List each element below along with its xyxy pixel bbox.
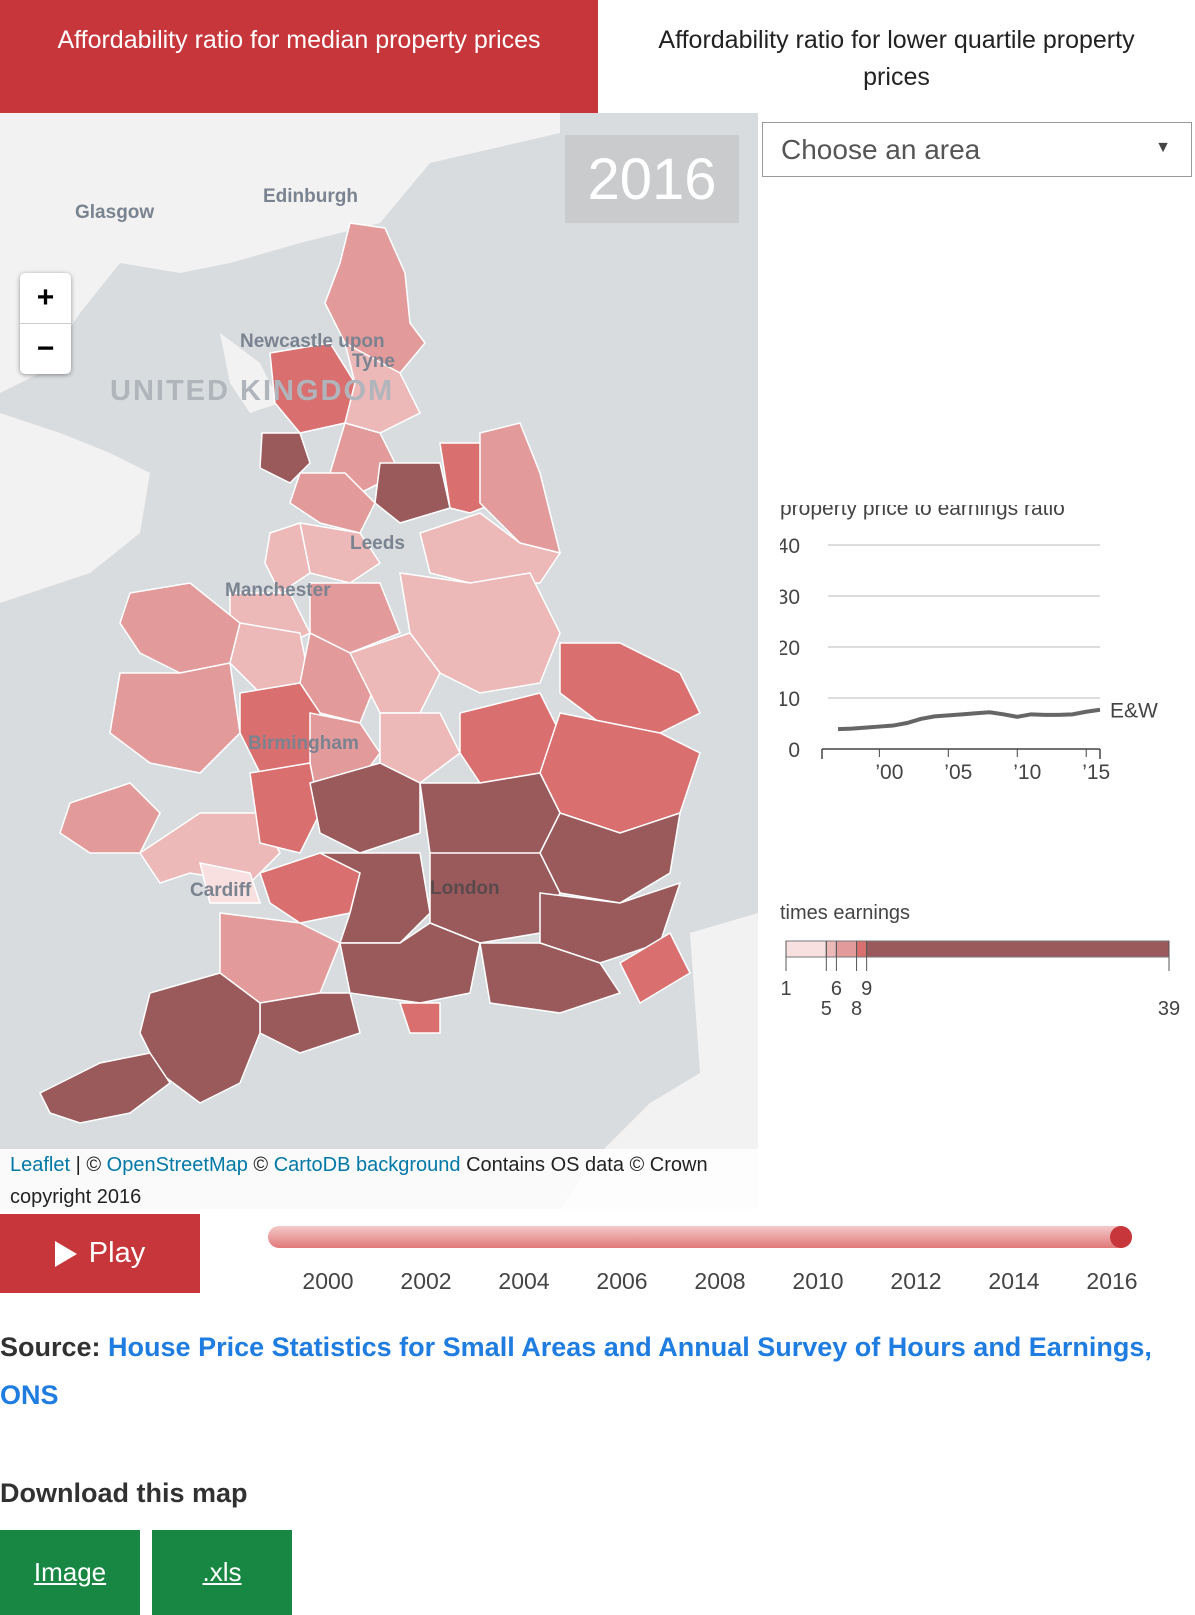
legend-swatch	[825, 940, 837, 958]
region-mid-wales	[109, 662, 241, 774]
label-edinburgh: Edinburgh	[263, 186, 358, 207]
play-button[interactable]: Play	[0, 1214, 200, 1293]
x-tick-label: ’10	[1013, 761, 1041, 784]
tab-median-label: Affordability ratio for median property …	[57, 26, 541, 54]
source: Source: House Price Statistics for Small…	[0, 1323, 1195, 1419]
x-tick-label: ’05	[944, 761, 972, 784]
year-tick-label: 2010	[792, 1268, 844, 1294]
legend-svg: times earnings 1 5689 39	[780, 902, 1180, 1020]
attribution-sep: | ©	[70, 1154, 107, 1176]
region-cheshire	[229, 622, 311, 694]
region-north-yorks	[374, 462, 451, 524]
area-select-placeholder: Choose an area	[781, 133, 981, 165]
legend-swatch	[835, 940, 858, 958]
legend-break-label: 9	[861, 978, 872, 1000]
tab-median[interactable]: Affordability ratio for median property …	[0, 0, 598, 113]
trend-chart-svg: property price to earnings ratio 40 30 20 10…	[777, 497, 1158, 784]
label-glasgow: Glasgow	[75, 202, 155, 223]
label-birmingham: Birmingham	[248, 733, 359, 754]
source-label: Source:	[0, 1332, 101, 1362]
play-label: Play	[88, 1237, 146, 1269]
label-leeds: Leeds	[350, 533, 405, 554]
download-image-button[interactable]: Image	[0, 1530, 140, 1615]
legend-break-label: 5	[821, 998, 832, 1020]
region-west-wales	[59, 782, 161, 854]
series-line	[837, 707, 1101, 732]
year-tick-label: 2000	[302, 1268, 354, 1294]
year-display: 2016	[565, 135, 739, 223]
year-tick-label: 2006	[596, 1268, 648, 1294]
map-basemap	[0, 113, 758, 1209]
chart-title: property price to earnings ratio	[780, 505, 1065, 520]
year-tick-label: 2016	[1086, 1268, 1138, 1294]
leaflet-link[interactable]: Leaflet	[10, 1154, 70, 1176]
download-title: Download this map	[0, 1478, 248, 1508]
region-isle-of-wight	[398, 1002, 441, 1034]
y-tick-label: 40	[780, 535, 800, 558]
osm-link[interactable]: OpenStreetMap	[107, 1154, 248, 1176]
y-tick-label: 0	[788, 739, 800, 762]
region-herefordshire	[249, 762, 321, 854]
attribution-sep-2: ©	[247, 1154, 274, 1176]
legend-break-label: 1	[780, 978, 791, 1000]
area-select[interactable]: Choose an area ▼	[762, 122, 1192, 177]
region-north-wales	[119, 582, 241, 674]
zoom-control: + −	[20, 273, 71, 374]
legend-swatch	[866, 940, 1170, 958]
y-tick-label: 20	[780, 637, 800, 660]
chevron-down-icon: ▼	[1155, 139, 1171, 156]
slider-handle[interactable]	[1110, 1226, 1132, 1248]
y-tick-label: 30	[780, 586, 800, 609]
legend-swatch	[856, 940, 868, 958]
region-cornwall	[38, 1052, 172, 1124]
year-tick-label: 2004	[498, 1268, 550, 1294]
series-label: E&W	[1110, 700, 1158, 723]
legend-break-label: 39	[1158, 998, 1180, 1020]
tab-lower-quartile[interactable]: Affordability ratio for lower quartile p…	[598, 0, 1195, 113]
tab-bar: Affordability ratio for median property …	[0, 0, 1195, 113]
region-dorset	[259, 992, 361, 1054]
legend-title: times earnings	[780, 902, 910, 924]
zoom-in-button[interactable]: +	[20, 273, 71, 324]
label-cardiff: Cardiff	[190, 880, 252, 901]
year-slider[interactable]	[268, 1226, 1132, 1256]
legend: times earnings 1 5 6 8 9 39	[780, 897, 1195, 1037]
label-london: London	[430, 878, 500, 899]
region-shropshire	[239, 682, 321, 774]
map-attribution: Leaflet | © OpenStreetMap © CartoDB back…	[0, 1149, 758, 1209]
map-panel[interactable]: Edinburgh Glasgow Newcastle upon Tyne UN…	[0, 113, 758, 1209]
year-tick-label: 2002	[400, 1268, 452, 1294]
legend-swatch	[785, 940, 827, 958]
tab-lower-quartile-label: Affordability ratio for lower quartile p…	[658, 26, 1135, 91]
label-manchester: Manchester	[225, 580, 331, 601]
play-icon	[54, 1240, 77, 1267]
zoom-out-button[interactable]: −	[20, 324, 71, 374]
legend-break-label: 8	[851, 998, 862, 1020]
year-axis: 2000 2002 2004 2006 2008 2010 2012 2014 2016	[268, 1268, 1168, 1298]
label-newcastle-2: Tyne	[352, 351, 395, 372]
source-link[interactable]: House Price Statistics for Small Areas a…	[0, 1332, 1152, 1410]
y-tick-label: 10	[780, 688, 800, 711]
slider-track[interactable]	[268, 1226, 1132, 1248]
label-newcastle-1: Newcastle upon	[240, 331, 385, 352]
year-tick-label: 2012	[890, 1268, 942, 1294]
trend-chart: property price to earnings ratio 40 30 20 10…	[777, 497, 1195, 825]
carto-link[interactable]: CartoDB background	[274, 1154, 461, 1176]
label-united-kingdom: UNITED KINGDOM	[110, 375, 395, 407]
download-xls-button[interactable]: .xls	[152, 1530, 292, 1615]
land-northern-ireland	[0, 413, 150, 603]
year-tick-label: 2014	[988, 1268, 1040, 1294]
x-tick-label: ’15	[1082, 761, 1110, 784]
x-tick-label: ’00	[875, 761, 903, 784]
legend-break-label: 6	[831, 978, 842, 1000]
year-tick-label: 2008	[694, 1268, 746, 1294]
